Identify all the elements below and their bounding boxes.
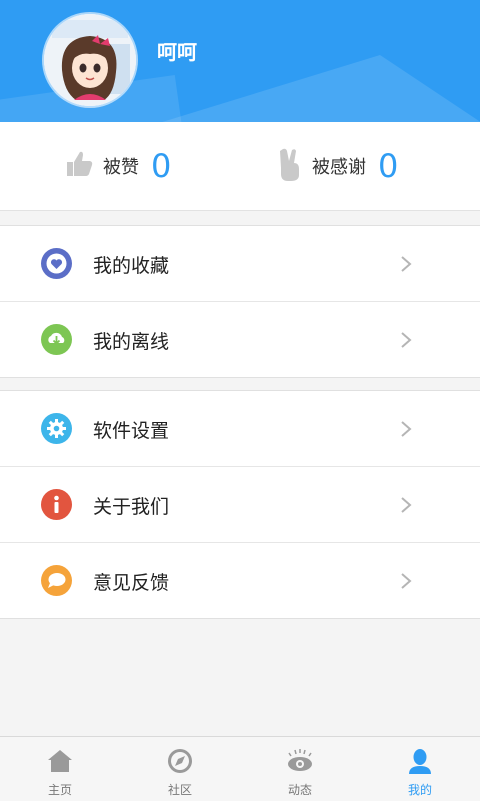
- tab-community[interactable]: 社区: [120, 737, 240, 801]
- profile-header: 呵呵: [0, 0, 480, 122]
- menu-item-offline[interactable]: 我的离线: [0, 302, 480, 377]
- bottom-tab-bar: 主页 社区 动态 我的: [0, 736, 480, 801]
- chat-bubble-icon: [41, 565, 72, 596]
- menu-item-label: 软件设置: [93, 420, 170, 442]
- menu-item-label: 关于我们: [93, 496, 170, 518]
- thanks-stat[interactable]: 被感谢 0: [276, 122, 398, 210]
- chevron-right-icon: [401, 421, 412, 437]
- menu-item-label: 我的离线: [93, 331, 170, 353]
- thumbs-up-icon: [63, 148, 95, 184]
- compass-icon: [168, 749, 192, 773]
- eye-icon: [288, 749, 312, 771]
- tab-label: 我的: [407, 783, 432, 797]
- thanks-count: 0: [378, 147, 399, 185]
- likes-count: 0: [151, 147, 172, 185]
- tab-activity[interactable]: 动态: [240, 737, 360, 801]
- menu-item-label: 我的收藏: [93, 255, 170, 277]
- user-icon: [409, 749, 431, 774]
- tab-label: 动态: [287, 783, 312, 797]
- tab-label: 主页: [47, 783, 72, 797]
- chevron-right-icon: [401, 497, 412, 513]
- tab-mine[interactable]: 我的: [360, 737, 480, 801]
- username: 呵呵: [157, 40, 197, 64]
- cloud-download-icon: [41, 324, 72, 355]
- info-icon: [41, 489, 72, 520]
- menu-item-label: 意见反馈: [93, 572, 170, 594]
- menu-item-feedback[interactable]: 意见反馈: [0, 543, 480, 618]
- home-icon: [48, 750, 72, 772]
- chevron-right-icon: [401, 332, 412, 348]
- menu-item-settings[interactable]: 软件设置: [0, 391, 480, 467]
- menu-item-favorites[interactable]: 我的收藏: [0, 226, 480, 302]
- tab-home[interactable]: 主页: [0, 737, 120, 801]
- avatar[interactable]: [44, 14, 136, 106]
- gear-icon: [41, 413, 72, 444]
- menu-group-personal: 我的收藏 我的离线: [0, 225, 480, 378]
- favorites-heart-icon: [41, 248, 72, 279]
- menu-group-app: 软件设置 关于我们 意见反馈: [0, 390, 480, 619]
- thanks-label: 被感谢: [312, 157, 366, 178]
- chevron-right-icon: [401, 256, 412, 272]
- chevron-right-icon: [401, 573, 412, 589]
- likes-stat[interactable]: 被赞 0: [63, 122, 171, 210]
- stats-panel: 被赞 0 被感谢 0: [0, 122, 480, 211]
- victory-hand-icon: [276, 147, 304, 185]
- likes-label: 被赞: [103, 157, 139, 178]
- tab-label: 社区: [167, 783, 192, 797]
- menu-item-about[interactable]: 关于我们: [0, 467, 480, 543]
